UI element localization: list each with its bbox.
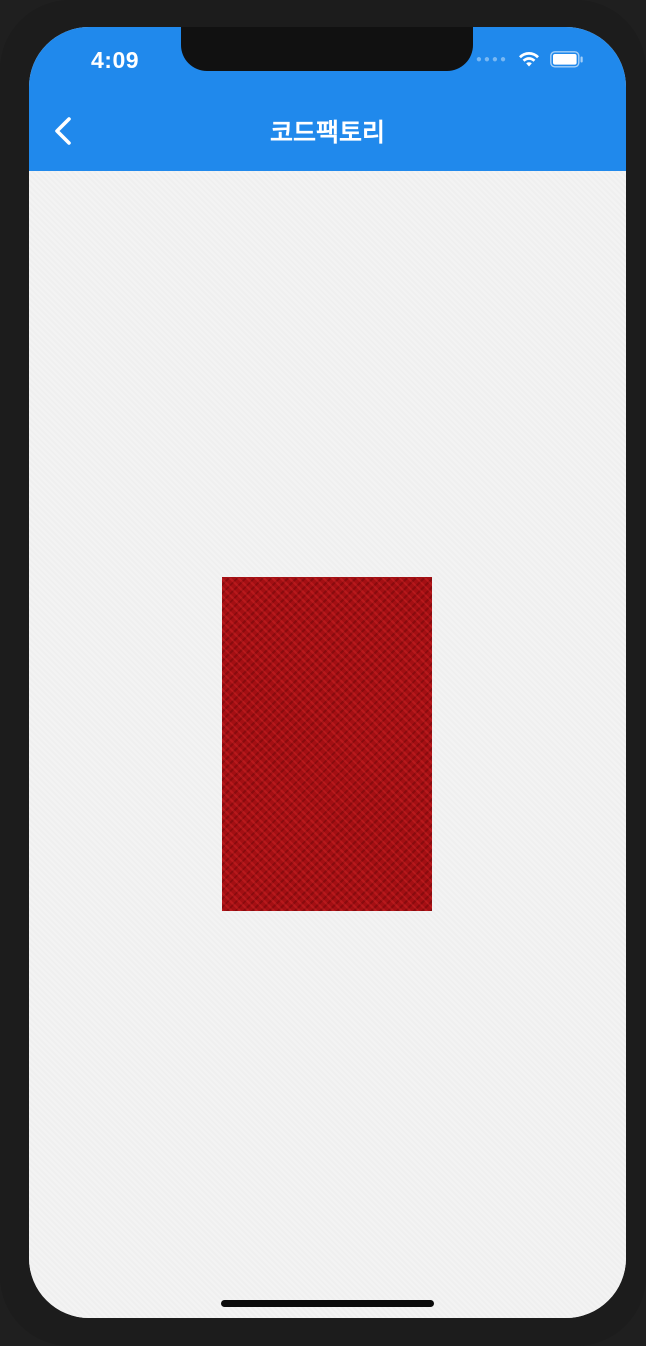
status-icons: ●●●● [476,51,584,68]
device-notch [181,27,473,71]
app-bar: 4:09 ●●●● 코드팩토리 [29,27,626,171]
wifi-icon [518,51,540,68]
content-area [29,171,626,1318]
phone-device-frame: 4:09 ●●●● 코드팩토리 [0,0,646,1346]
page-title: 코드팩토리 [269,119,385,147]
phone-screen: 4:09 ●●●● 코드팩토리 [29,27,626,1318]
red-container-box [222,577,432,911]
battery-icon [550,51,584,68]
signal-dots-icon: ●●●● [475,54,508,65]
status-time: 4:09 [91,47,140,73]
home-indicator[interactable] [221,1300,434,1307]
